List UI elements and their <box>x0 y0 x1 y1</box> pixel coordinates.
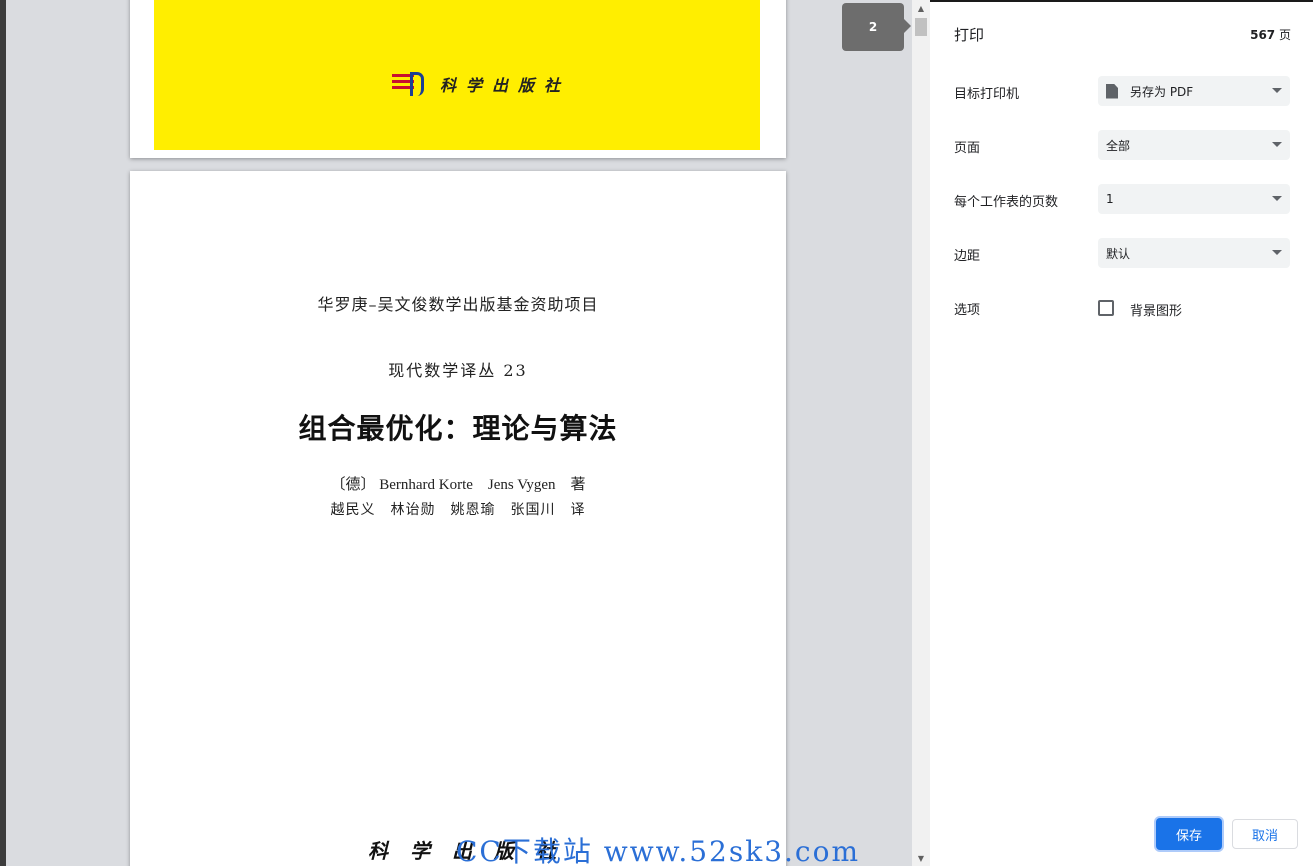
background-graphics-checkbox[interactable] <box>1098 300 1114 316</box>
cover-publisher-row: 科学出版社 <box>392 72 570 96</box>
margins-value: 默认 <box>1106 246 1131 261</box>
pages-value: 全部 <box>1106 138 1131 153</box>
margins-label: 边距 <box>954 249 981 264</box>
page-count: 567 页 <box>1250 26 1291 43</box>
page-number-tooltip: 2 <box>842 3 911 51</box>
cover-publisher-name: 科学出版社 <box>440 76 571 95</box>
destination-value: 另存为 PDF <box>1130 84 1194 99</box>
background-graphics-label[interactable]: 背景图形 <box>1130 300 1182 319</box>
publisher-logo-icon <box>392 72 426 96</box>
scroll-down-arrow-icon[interactable]: ▼ <box>912 850 930 866</box>
pages-label: 页面 <box>954 141 981 156</box>
site-watermark: CC下载站 www.52sk3.com <box>456 835 860 866</box>
fund-line: 华罗庚–吴文俊数学出版基金资助项目 <box>317 295 599 314</box>
options-label: 选项 <box>954 303 981 318</box>
preview-scrollbar[interactable]: ▲ ▼ <box>912 0 930 866</box>
page-count-number: 567 <box>1250 28 1276 42</box>
preview-page-title: 华罗庚–吴文俊数学出版基金资助项目 现代数学译丛 23 组合最优化：理论与算法 … <box>130 171 786 866</box>
print-settings-panel: 打印 567 页 目标打印机 另存为 PDF 页面 全部 每个工作表的页数 1 … <box>930 0 1313 866</box>
chevron-down-icon <box>1272 196 1282 201</box>
scroll-up-arrow-icon[interactable]: ▲ <box>912 0 930 16</box>
page-count-unit: 页 <box>1278 28 1291 42</box>
document-icon <box>1106 83 1118 99</box>
book-title: 组合最优化：理论与算法 <box>298 412 618 445</box>
translators-line: 越民义 林诒勋 姚恩瑜 张国川 译 <box>330 502 586 518</box>
chevron-down-icon <box>1272 250 1282 255</box>
scroll-thumb[interactable] <box>915 18 927 36</box>
cover-yellow-area: 科学出版社 <box>154 0 760 150</box>
destination-label: 目标打印机 <box>954 87 1020 102</box>
pages-per-sheet-label: 每个工作表的页数 <box>954 195 1059 210</box>
save-button[interactable]: 保存 <box>1156 818 1222 850</box>
cancel-button[interactable]: 取消 <box>1232 819 1298 849</box>
pages-per-sheet-select[interactable]: 1 <box>1098 184 1290 214</box>
margins-select[interactable]: 默认 <box>1098 238 1290 268</box>
pages-per-sheet-value: 1 <box>1106 192 1114 206</box>
chevron-down-icon <box>1272 142 1282 147</box>
chevron-down-icon <box>1272 88 1282 93</box>
pages-select[interactable]: 全部 <box>1098 130 1290 160</box>
preview-page-cover: 科学出版社 <box>130 0 786 158</box>
panel-title: 打印 <box>954 26 985 44</box>
print-preview[interactable]: 科学出版社 华罗庚–吴文俊数学出版基金资助项目 现代数学译丛 23 组合最优化：… <box>6 0 912 866</box>
series-line: 现代数学译丛 23 <box>388 361 528 380</box>
authors-line: 〔德〕 Bernhard Korte Jens Vygen 著 <box>330 477 586 493</box>
destination-select[interactable]: 另存为 PDF <box>1098 76 1290 106</box>
